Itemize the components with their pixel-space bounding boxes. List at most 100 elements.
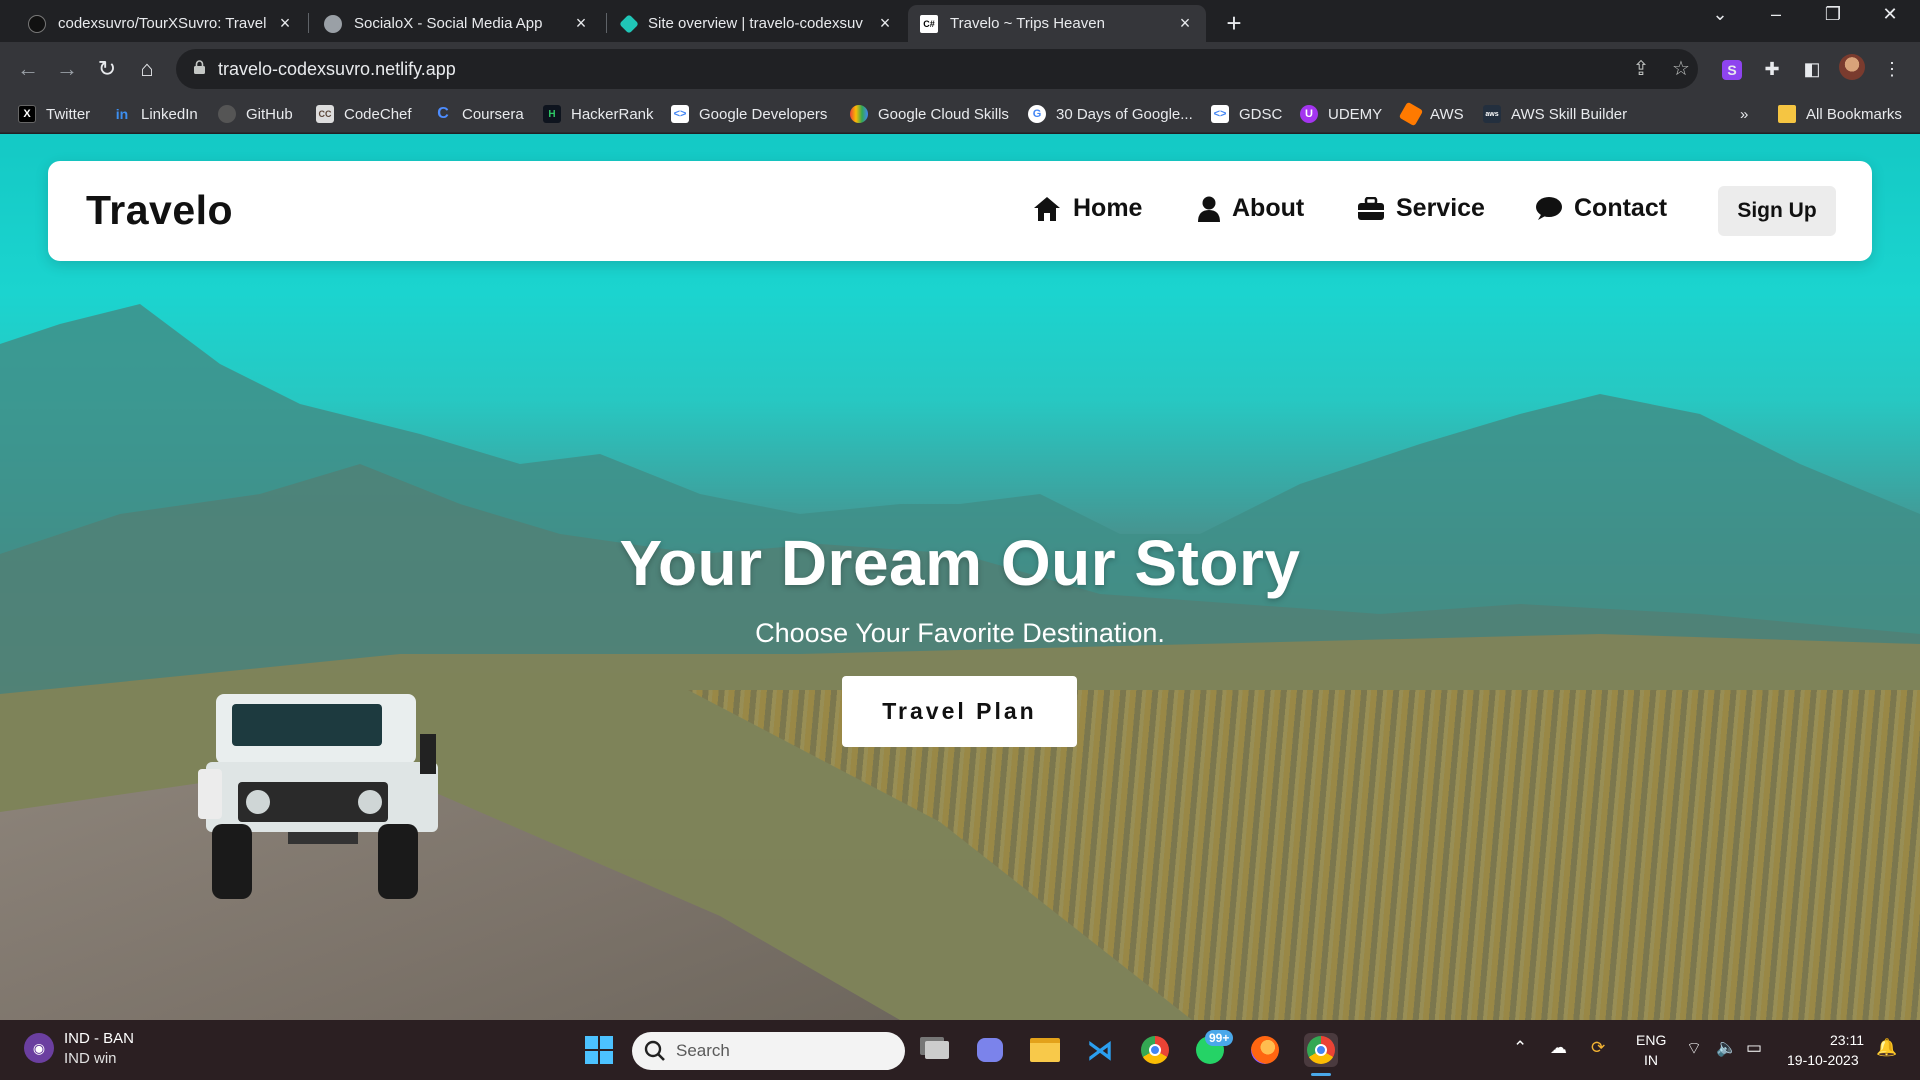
windows-taskbar: ◉ IND - BAN IND win Search ⋊ 99+ ⌃ ☁ ⟳ E…: [0, 1020, 1920, 1080]
site-navbar: Travelo Home About Service Contact Sign …: [48, 161, 1872, 261]
forward-icon[interactable]: →: [52, 54, 82, 84]
netlify-icon: [619, 13, 639, 34]
extensions-puzzle-icon[interactable]: ✚: [1757, 54, 1787, 84]
search-icon: [644, 1040, 665, 1061]
windows-start-icon[interactable]: [582, 1033, 616, 1067]
hero-subtitle: Choose Your Favorite Destination.: [755, 618, 1165, 648]
bookmark-codechef[interactable]: CC CodeChef: [316, 102, 412, 126]
google-icon: G: [1028, 105, 1046, 123]
weather-widget-icon[interactable]: ◉: [24, 1033, 54, 1063]
nav-contact[interactable]: Contact: [1536, 194, 1667, 223]
nav-service-label: Service: [1396, 194, 1485, 222]
tab-github[interactable]: codexsuvro/TourXSuvro: Travel a ×: [16, 5, 306, 42]
share-icon[interactable]: ⇪: [1630, 58, 1652, 80]
nav-about-label: About: [1232, 194, 1305, 222]
bookmark-twitter[interactable]: X Twitter: [18, 102, 90, 126]
hero-title: Your Dream Our Story: [619, 527, 1301, 599]
nav-home[interactable]: Home: [1033, 194, 1142, 223]
teams-chat-icon[interactable]: [973, 1033, 1007, 1067]
bookmark-coursera[interactable]: C Coursera: [434, 102, 523, 126]
bookmark-label: CodeChef: [344, 105, 412, 123]
tab-netlify[interactable]: Site overview | travelo-codexsuv ×: [610, 5, 906, 42]
linkedin-icon: in: [115, 106, 129, 122]
bookmark-github[interactable]: GitHub: [218, 102, 293, 126]
sync-icon[interactable]: ⟳: [1591, 1038, 1605, 1058]
wifi-icon[interactable]: ⌔: [1686, 1038, 1702, 1059]
bookmark-star-icon[interactable]: ☆: [1670, 58, 1692, 80]
clock-time[interactable]: 23:11: [1830, 1032, 1864, 1048]
chrome-profile-icon[interactable]: [1304, 1033, 1338, 1067]
bookmark-30-days-google[interactable]: G 30 Days of Google...: [1028, 102, 1193, 126]
bookmark-label: 30 Days of Google...: [1056, 105, 1193, 123]
onedrive-cloud-icon[interactable]: ☁: [1550, 1038, 1567, 1058]
nav-contact-label: Contact: [1574, 194, 1668, 222]
close-tab-icon[interactable]: ×: [276, 13, 294, 34]
close-tab-icon[interactable]: ×: [876, 13, 894, 34]
taskbar-search[interactable]: Search: [632, 1032, 905, 1070]
bookmark-udemy[interactable]: U UDEMY: [1300, 102, 1382, 126]
active-app-indicator: [1311, 1073, 1331, 1076]
new-tab-button[interactable]: +: [1220, 8, 1248, 39]
side-panel-icon[interactable]: ◧: [1797, 54, 1827, 84]
more-bookmarks-button[interactable]: »: [1740, 102, 1748, 126]
travel-plan-button[interactable]: Travel Plan: [842, 676, 1077, 747]
bookmark-linkedin[interactable]: in LinkedIn: [113, 102, 198, 126]
jeep-image: [198, 694, 438, 899]
address-bar[interactable]: travelo-codexsuvro.netlify.app ⇪ ☆: [176, 49, 1698, 89]
home-icon[interactable]: ⌂: [132, 54, 162, 84]
lock-icon[interactable]: [194, 60, 205, 74]
bookmark-google-cloud[interactable]: Google Cloud Skills: [850, 102, 1009, 126]
language-line-1[interactable]: ENG: [1636, 1032, 1666, 1048]
bookmark-aws[interactable]: AWS: [1398, 101, 1464, 127]
tab-travelo[interactable]: C# Travelo ~ Trips Heaven ×: [908, 5, 1206, 42]
weather-line-2[interactable]: IND win: [64, 1050, 117, 1067]
volume-icon[interactable]: 🔈: [1716, 1038, 1737, 1058]
browser-toolbar: ← → ↻ ⌂ travelo-codexsuvro.netlify.app ⇪…: [0, 42, 1920, 96]
notification-bell-icon[interactable]: 🔔: [1876, 1038, 1897, 1058]
bookmark-google-developers[interactable]: <> Google Developers: [671, 102, 827, 126]
back-icon[interactable]: ←: [13, 54, 43, 84]
signup-button[interactable]: Sign Up: [1718, 186, 1836, 236]
minimize-button[interactable]: –: [1756, 4, 1796, 25]
aws-skill-builder-icon: aws: [1483, 105, 1501, 123]
weather-line-1[interactable]: IND - BAN: [64, 1030, 134, 1047]
chrome-icon[interactable]: [1138, 1033, 1172, 1067]
language-line-2[interactable]: IN: [1644, 1052, 1658, 1068]
profile-avatar[interactable]: [1837, 54, 1867, 84]
all-bookmarks-folder[interactable]: All Bookmarks: [1778, 102, 1902, 126]
menu-kebab-icon[interactable]: ⋮: [1877, 54, 1907, 84]
url-text[interactable]: travelo-codexsuvro.netlify.app: [218, 59, 456, 80]
nav-service[interactable]: Service: [1358, 194, 1485, 223]
show-hidden-icons-icon[interactable]: ⌃: [1513, 1038, 1527, 1058]
clock-date[interactable]: 19-10-2023: [1787, 1052, 1859, 1068]
travelo-icon: C#: [920, 14, 938, 33]
tab-separator: [606, 13, 607, 33]
bookmark-label: AWS: [1430, 105, 1464, 123]
bookmark-gdsc[interactable]: <> GDSC: [1211, 102, 1282, 126]
all-bookmarks-label: All Bookmarks: [1806, 105, 1902, 123]
vscode-icon[interactable]: ⋊: [1083, 1033, 1117, 1067]
google-cloud-icon: [850, 105, 868, 123]
github-icon: [218, 105, 236, 123]
bookmark-aws-skill-builder[interactable]: aws AWS Skill Builder: [1483, 102, 1627, 126]
firefox-icon[interactable]: [1248, 1033, 1282, 1067]
bookmark-label: Twitter: [46, 105, 91, 123]
tab-socialox[interactable]: SocialoX - Social Media App ×: [312, 5, 602, 42]
bookmark-hackerrank[interactable]: H HackerRank: [543, 102, 654, 126]
close-tab-icon[interactable]: ×: [572, 13, 590, 34]
extension-s-icon[interactable]: S: [1717, 54, 1747, 84]
close-tab-icon[interactable]: ×: [1176, 13, 1194, 34]
reload-icon[interactable]: ↻: [92, 54, 122, 84]
file-explorer-icon[interactable]: [1028, 1033, 1062, 1067]
task-view-icon[interactable]: [920, 1033, 954, 1067]
battery-icon[interactable]: ▭: [1746, 1038, 1762, 1058]
site-logo[interactable]: Travelo: [86, 187, 233, 234]
restore-button[interactable]: ❐: [1813, 4, 1853, 25]
bookmark-label: GitHub: [246, 105, 293, 123]
close-window-button[interactable]: ✕: [1870, 4, 1910, 25]
chat-bubble-icon: [1536, 196, 1562, 220]
nav-home-label: Home: [1073, 194, 1143, 222]
tab-search-icon[interactable]: ⌄: [1700, 4, 1740, 25]
nav-about[interactable]: About: [1198, 194, 1304, 223]
bookmark-label: LinkedIn: [141, 105, 198, 123]
